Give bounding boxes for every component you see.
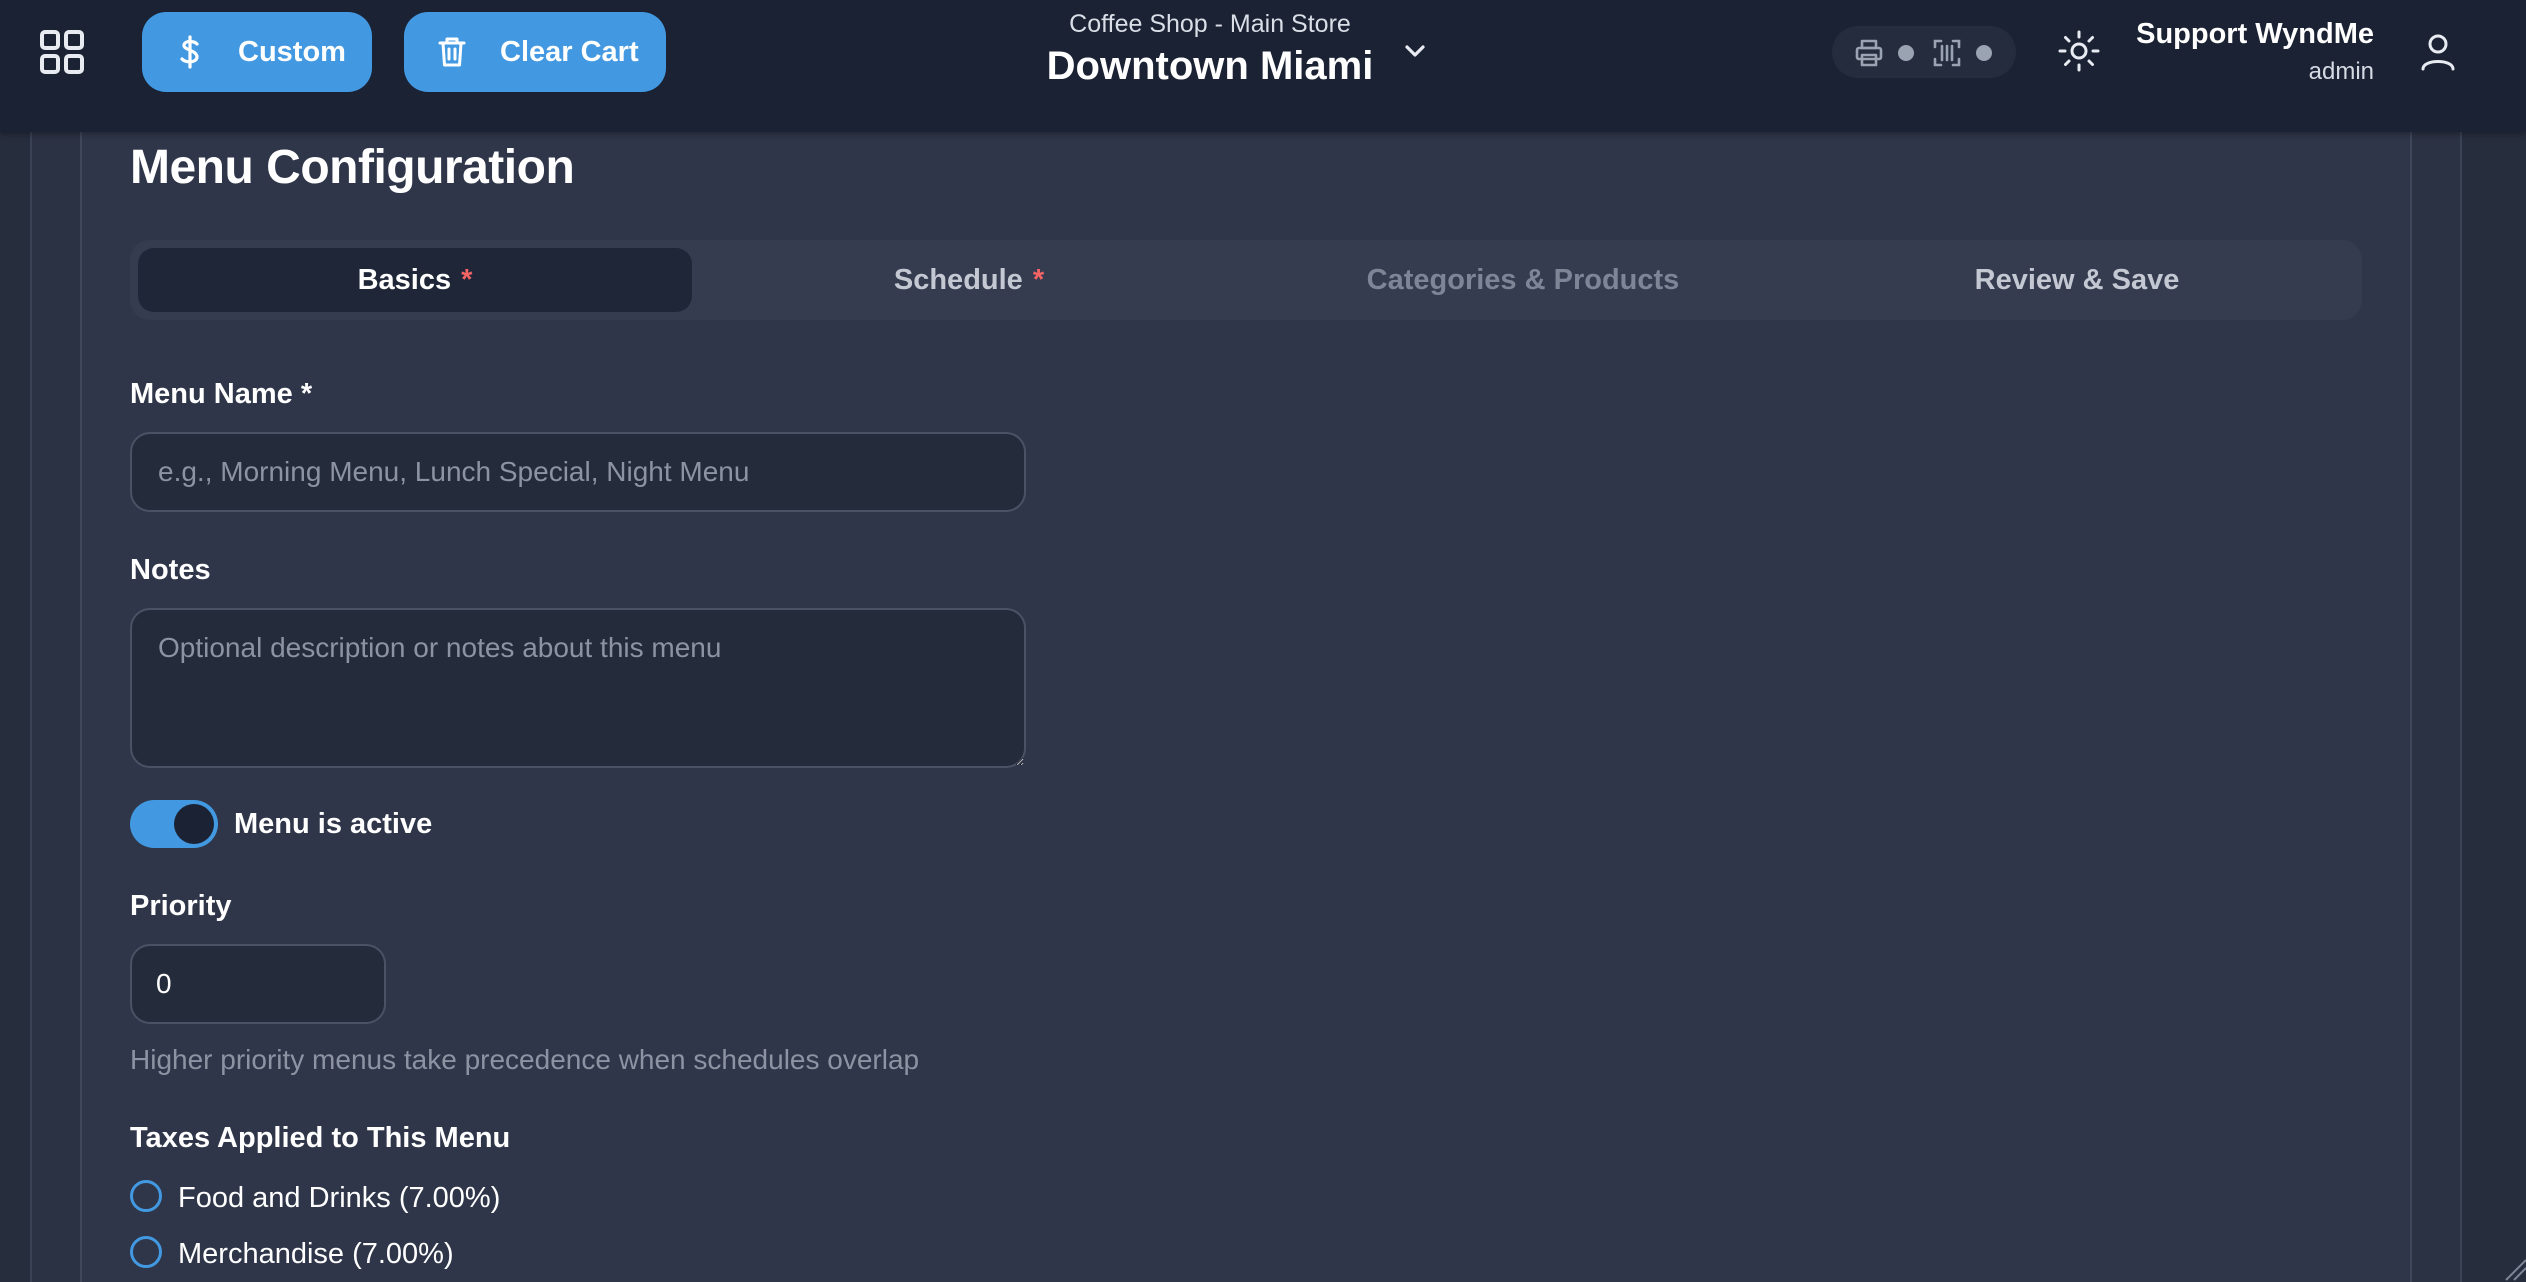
priority-label: Priority [130, 890, 232, 922]
dollar-icon [180, 35, 199, 69]
menu-active-label[interactable]: Menu is active [234, 808, 432, 841]
barcode-scanner-icon [1933, 39, 1961, 67]
printer-icon [1855, 39, 1883, 67]
tab-categories-products[interactable]: Categories & Products [1246, 248, 1800, 312]
wizard-tabs: Basics * Schedule * Categories & Product… [130, 240, 2362, 320]
resize-handle-icon[interactable] [2500, 1250, 2526, 1282]
tax-merchandise-radio[interactable] [130, 1236, 162, 1268]
priority-input[interactable] [130, 944, 386, 1024]
tax-food-drinks-label[interactable]: Food and Drinks (7.00%) [178, 1182, 500, 1215]
clear-cart-button-label: Clear Cart [500, 36, 639, 68]
scanner-status-dot [1976, 45, 1992, 61]
tab-schedule[interactable]: Schedule * [692, 248, 1246, 312]
tab-label: Schedule [893, 263, 1023, 296]
tab-basics[interactable]: Basics * [138, 248, 692, 312]
top-bar: Custom Clear Cart Coffee Shop - Main Sto… [0, 0, 2526, 132]
store-name[interactable]: Downtown Miami [950, 44, 1470, 89]
custom-button-label: Custom [238, 36, 346, 68]
trash-icon [438, 37, 466, 67]
priority-hint: Higher priority menus take precedence wh… [130, 1044, 920, 1075]
tab-review-save[interactable]: Review & Save [1800, 248, 2354, 312]
notes-textarea[interactable] [130, 608, 1026, 768]
chevron-down-icon[interactable] [1400, 36, 1430, 66]
menu-name-label: Menu Name * [130, 378, 313, 410]
clear-cart-button[interactable]: Clear Cart [404, 12, 666, 92]
apps-grid-icon[interactable] [38, 28, 86, 76]
menu-name-input[interactable] [130, 432, 1026, 512]
user-profile-icon[interactable] [2418, 32, 2458, 72]
taxes-label: Taxes Applied to This Menu [130, 1122, 511, 1154]
sun-icon[interactable] [2058, 30, 2100, 72]
toggle-knob [174, 804, 214, 844]
required-marker: * [461, 263, 473, 296]
menu-active-toggle[interactable] [130, 800, 218, 848]
tax-merchandise-label[interactable]: Merchandise (7.00%) [178, 1238, 454, 1271]
required-marker: * [1032, 263, 1045, 296]
printer-status-dot [1898, 45, 1914, 61]
tab-label: Review & Save [1974, 263, 2180, 296]
notes-label: Notes [130, 554, 211, 586]
user-role: admin [2308, 58, 2374, 85]
device-status-pill [1832, 26, 2016, 78]
custom-button[interactable]: Custom [142, 12, 372, 92]
user-name: Support WyndMe [2136, 18, 2374, 50]
page-title: Menu Configuration [130, 141, 575, 194]
tab-label: Basics [357, 263, 452, 296]
tax-food-drinks-radio[interactable] [130, 1180, 162, 1212]
store-subtitle: Coffee Shop - Main Store [1069, 10, 1351, 38]
tab-label: Categories & Products [1366, 263, 1680, 296]
